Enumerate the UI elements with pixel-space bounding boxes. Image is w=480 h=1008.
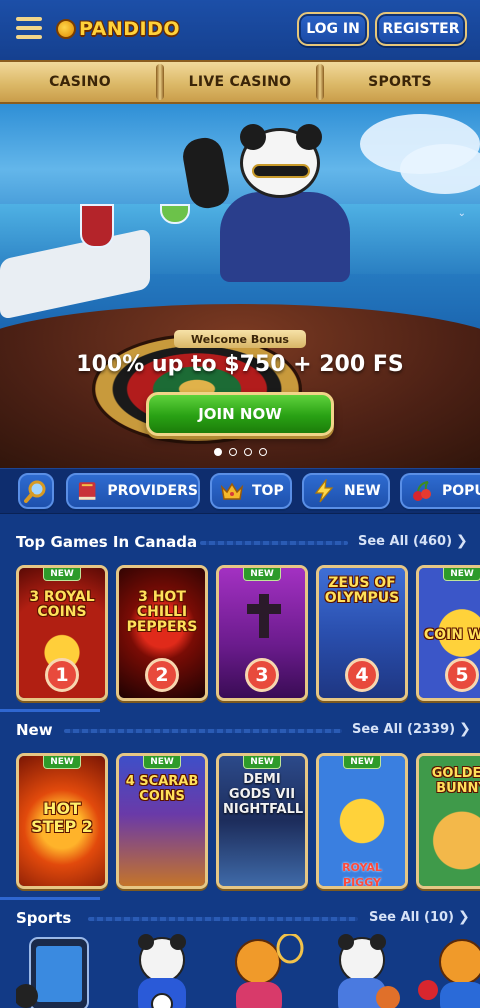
carousel-dot[interactable] bbox=[243, 448, 252, 456]
chevron-right-icon: ❯ bbox=[456, 533, 468, 549]
game-card[interactable]: 3 HOT CHILLI PEPPERS 2 bbox=[116, 565, 208, 701]
section-header-top-games: Top Games In Canada See All (460) ❯ bbox=[0, 528, 480, 558]
filter-new[interactable]: NEW bbox=[302, 473, 390, 509]
lightning-icon bbox=[314, 479, 334, 503]
section-divider bbox=[200, 541, 348, 545]
see-all-label: See All (2339) bbox=[352, 722, 456, 737]
section-header-sports: Sports See All (10) ❯ bbox=[0, 904, 480, 934]
game-card[interactable]: NEW 3 bbox=[216, 565, 308, 701]
carousel-dots bbox=[0, 448, 480, 456]
chevron-right-icon: ❯ bbox=[459, 721, 471, 737]
section-title: Top Games In Canada bbox=[16, 533, 198, 551]
see-all-link[interactable]: See All (460) ❯ bbox=[358, 533, 468, 549]
tab-sports[interactable]: SPORTS bbox=[316, 62, 480, 102]
new-badge: NEW bbox=[343, 756, 381, 769]
new-badge: NEW bbox=[43, 756, 81, 769]
rank-badge: 2 bbox=[145, 658, 179, 692]
game-card[interactable]: NEW HOT STEP 2 bbox=[16, 753, 108, 889]
rank-badge: 4 bbox=[345, 658, 379, 692]
section-title: Sports bbox=[16, 909, 72, 927]
logo-text: PANDIDO bbox=[79, 18, 181, 40]
search-icon bbox=[24, 480, 46, 503]
cross-icon bbox=[247, 594, 281, 638]
see-all-label: See All (460) bbox=[358, 534, 453, 549]
game-card[interactable]: ZEUS OF OLYMPUS 4 bbox=[316, 565, 408, 701]
sports-row bbox=[0, 934, 480, 1008]
panda-mascot-illustration bbox=[180, 118, 350, 282]
game-title: 4 SCARAB COINS bbox=[125, 774, 199, 804]
section-underline bbox=[0, 709, 100, 712]
login-button[interactable]: LOG IN bbox=[297, 12, 369, 46]
cherry-icon bbox=[413, 481, 431, 501]
game-title: 3 HOT CHILLI PEPPERS bbox=[126, 589, 198, 635]
sport-tile-panda-soccer[interactable] bbox=[116, 934, 208, 1008]
welcome-bonus-badge: Welcome Bonus bbox=[174, 330, 306, 348]
sport-tile-tiger-tennis[interactable] bbox=[216, 934, 308, 1008]
filter-providers[interactable]: PROVIDERS bbox=[66, 473, 200, 509]
search-button[interactable] bbox=[18, 473, 54, 509]
new-badge: NEW bbox=[43, 568, 81, 581]
game-title: HOT STEP 2 bbox=[31, 799, 93, 836]
rank-badge: 5 bbox=[445, 658, 479, 692]
section-title: New bbox=[16, 721, 53, 739]
top-games-row: NEW 3 ROYAL COINS 1 3 HOT CHILLI PEPPERS… bbox=[0, 565, 480, 707]
section-header-new: New See All (2339) ❯ bbox=[0, 716, 480, 746]
see-all-link[interactable]: See All (10) ❯ bbox=[369, 909, 470, 925]
chevron-down-icon: ⌄ bbox=[457, 208, 466, 219]
section-underline bbox=[0, 897, 100, 900]
logo[interactable]: PANDIDO bbox=[56, 14, 180, 44]
sport-tile-phone-panda[interactable] bbox=[16, 934, 108, 1008]
game-title: DEMI GODS VII NIGHTFALL bbox=[223, 772, 304, 817]
game-title: GOLDEN BUNNY bbox=[431, 766, 480, 796]
filter-top-label: TOP bbox=[252, 483, 284, 499]
game-card[interactable]: NEW COIN WIN 5 bbox=[416, 565, 480, 701]
join-now-button[interactable]: JOIN NOW bbox=[146, 392, 334, 436]
rank-badge: 3 bbox=[245, 658, 279, 692]
crown-icon bbox=[220, 482, 244, 500]
cocktail-icon bbox=[80, 204, 114, 248]
see-all-label: See All (10) bbox=[369, 910, 454, 925]
new-badge: NEW bbox=[143, 756, 181, 769]
carousel-dot[interactable] bbox=[258, 448, 267, 456]
new-badge: NEW bbox=[243, 568, 281, 581]
cloud-decoration bbox=[400, 144, 480, 194]
category-tabs: CASINO LIVE CASINO SPORTS bbox=[0, 60, 480, 104]
new-games-row: NEW HOT STEP 2 NEW 4 SCARAB COINS NEW DE… bbox=[0, 753, 480, 895]
tab-casino[interactable]: CASINO bbox=[0, 62, 160, 102]
logo-coin-icon bbox=[56, 19, 76, 39]
game-title: 3 ROYAL COINS bbox=[29, 589, 95, 620]
sport-tile-panda-basketball[interactable] bbox=[316, 934, 408, 1008]
game-title: COIN WIN bbox=[423, 627, 480, 643]
game-title: ROYAL PIGGY bbox=[342, 861, 382, 889]
carousel-dot[interactable] bbox=[213, 448, 222, 456]
register-button[interactable]: REGISTER bbox=[375, 12, 467, 46]
tab-live-casino[interactable]: LIVE CASINO bbox=[156, 62, 320, 102]
filter-popular-label: POPU bbox=[442, 483, 480, 499]
top-header: PANDIDO LOG IN REGISTER bbox=[0, 0, 480, 60]
filter-popular[interactable]: POPU bbox=[400, 473, 480, 509]
chevron-right-icon: ❯ bbox=[458, 909, 470, 925]
new-badge: NEW bbox=[443, 568, 480, 581]
new-badge: NEW bbox=[243, 756, 281, 769]
game-filter-bar: PROVIDERS TOP NEW POPU bbox=[0, 468, 480, 514]
filter-providers-label: PROVIDERS bbox=[107, 483, 198, 499]
section-divider bbox=[88, 917, 358, 921]
book-icon bbox=[78, 482, 96, 500]
game-card[interactable]: NEW ROYAL PIGGY bbox=[316, 753, 408, 889]
game-card[interactable]: GOLDEN BUNNY bbox=[416, 753, 480, 889]
sport-tile-tiger-ping-pong[interactable] bbox=[416, 934, 480, 1008]
game-card[interactable]: NEW 3 ROYAL COINS 1 bbox=[16, 565, 108, 701]
filter-top[interactable]: TOP bbox=[210, 473, 292, 509]
game-card[interactable]: NEW DEMI GODS VII NIGHTFALL bbox=[216, 753, 308, 889]
rank-badge: 1 bbox=[45, 658, 79, 692]
section-divider bbox=[64, 729, 342, 733]
game-title: ZEUS OF OLYMPUS bbox=[324, 575, 400, 606]
menu-icon[interactable] bbox=[16, 17, 42, 41]
see-all-link[interactable]: See All (2339) ❯ bbox=[352, 721, 471, 737]
carousel-dot[interactable] bbox=[228, 448, 237, 456]
filter-new-label: NEW bbox=[344, 483, 381, 499]
hero-title: 100% up to $750 + 200 FS bbox=[76, 352, 404, 377]
game-card[interactable]: NEW 4 SCARAB COINS bbox=[116, 753, 208, 889]
